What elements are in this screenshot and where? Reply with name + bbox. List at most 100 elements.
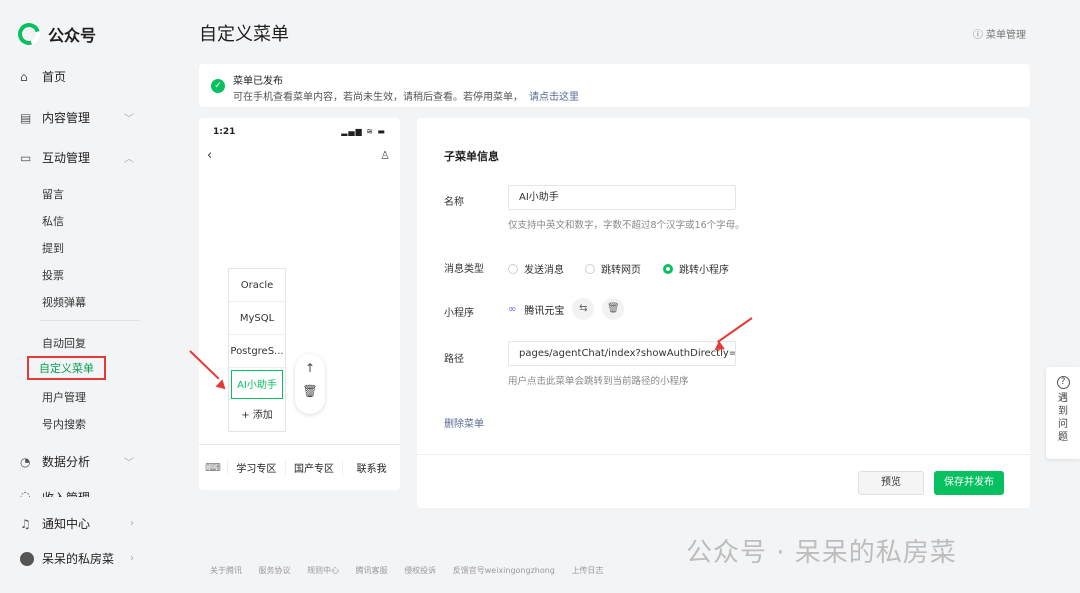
notice-text: 可在手机查看菜单内容，若尚未生效，请稍后查看。若停用菜单， (233, 92, 523, 103)
nav-interact[interactable]: ▭ 互动管理 ︿ (20, 149, 140, 166)
nav-home[interactable]: ⌂ 首页 (20, 68, 140, 85)
avatar (20, 551, 34, 566)
notice-link[interactable]: 请点击这里 (529, 92, 579, 103)
name-input[interactable]: AI小助手 (508, 185, 736, 210)
nav-account[interactable]: 呆呆的私房菜 › (20, 550, 140, 567)
home-icon: ⌂ (20, 69, 28, 84)
footer-link[interactable]: 反馈官号weixingongzhong (453, 566, 555, 575)
help-link[interactable]: ⓘ 菜单管理 (973, 26, 1026, 41)
notice-body: 可在手机查看菜单内容，若尚未生效，请稍后查看。若停用菜单， 请点击这里 (233, 88, 579, 103)
nav-notify[interactable]: ♫ 通知中心 › (20, 515, 140, 532)
chat-icon: ▭ (20, 150, 32, 165)
panel-footer: 预览 保存并发布 (417, 454, 1030, 508)
menu-tab[interactable]: 国产专区 (284, 460, 343, 475)
nav-data[interactable]: ◔ 数据分析 ﹀ (20, 453, 140, 470)
delete-menu-link[interactable]: 删除菜单 (444, 415, 484, 430)
path-input[interactable]: pages/agentChat/index?showAuthDirectly=1… (508, 341, 736, 366)
nav-income[interactable]: ◌ 收入管理 (20, 489, 140, 497)
nav-label: 收入管理 (42, 489, 90, 497)
sub-votes[interactable]: 投票 (42, 267, 64, 283)
menu-tab[interactable]: 学习专区 (227, 460, 285, 475)
watermark: 公众号 · 呆呆的私房菜 (686, 538, 957, 568)
sub-mentions[interactable]: 提到 (42, 240, 64, 256)
footer-link[interactable]: 上传日志 (571, 566, 603, 575)
chevron-down-icon: ﹀ (124, 114, 134, 125)
sub-comments[interactable]: 留言 (42, 186, 64, 202)
sub-search[interactable]: 号内搜索 (42, 416, 86, 432)
float-char: 遇 (1058, 393, 1068, 404)
user-icon: ♙ (380, 149, 390, 162)
question-icon: ? (1056, 376, 1070, 389)
sub-messages[interactable]: 私信 (42, 213, 64, 229)
type-label: 消息类型 (444, 264, 484, 275)
keyboard-icon[interactable]: ⌨ (199, 461, 227, 474)
chevron-right-icon: › (130, 553, 134, 564)
publish-button[interactable]: 保存并发布 (934, 471, 1004, 495)
nav-content[interactable]: ▤ 内容管理 ﹀ (20, 109, 140, 126)
trash-icon[interactable]: 🗑 (602, 298, 625, 320)
radio-label: 跳转小程序 (679, 265, 729, 276)
back-icon: ‹ (207, 148, 213, 163)
status-icons: ▂▄▆ ≋ ▬ (341, 127, 386, 136)
footer-link[interactable]: 关于腾讯 (210, 566, 242, 575)
miniprogram-row: ∞ 腾讯元宝 ⇆ 🗑 (508, 298, 625, 320)
radio-miniprogram[interactable]: 跳转小程序 (663, 261, 729, 276)
move-up-icon[interactable]: ↑ (295, 361, 325, 375)
phone-preview: 1:21 ▂▄▆ ≋ ▬ ‹ ♙ Oracle MySQL PostgreS..… (199, 118, 400, 490)
float-char: 到 (1058, 406, 1068, 417)
submenu-panel: 子菜单信息 名称 AI小助手 仅支持中英文和数字，字数不超过8个汉字或16个字母… (417, 118, 1030, 508)
path-hint: 用户点击此菜单会跳转到当前路径的小程序 (508, 376, 689, 387)
submenu-item[interactable]: MySQL (229, 302, 285, 335)
radio-send-message[interactable]: 发送消息 (508, 261, 564, 276)
reorder-controls: ↑ 🗑 (295, 354, 325, 414)
chart-icon: ◔ (20, 454, 31, 469)
submenu-item-selected[interactable]: AI小助手 (231, 370, 283, 399)
chevron-up-icon: ︿ (124, 154, 134, 165)
radio-label: 发送消息 (524, 265, 564, 276)
sub-auto-reply[interactable]: 自动回复 (42, 335, 86, 351)
float-char: 题 (1058, 432, 1068, 443)
submenu-item[interactable]: PostgreS... (229, 335, 285, 368)
nav-label: 呆呆的私房菜 (42, 552, 115, 566)
name-hint: 仅支持中英文和数字，字数不超过8个汉字或16个字母。 (508, 220, 745, 231)
logo-icon (13, 18, 45, 50)
help-label: 菜单管理 (986, 30, 1026, 41)
chevron-right-icon: › (130, 518, 134, 529)
submenu-item[interactable]: Oracle (229, 269, 285, 302)
sidebar: 公众号 ⌂ 首页 ▤ 内容管理 ﹀ ▭ 互动管理 ︿ 留言 私信 提到 投票 视频弹幕 自… (0, 0, 160, 593)
chevron-down-icon: ﹀ (124, 458, 134, 469)
document-icon: ▤ (20, 110, 32, 125)
logo[interactable]: 公众号 (13, 18, 97, 50)
footer-link[interactable]: 侵权投诉 (404, 566, 436, 575)
add-submenu-button[interactable]: + 添加 (229, 401, 285, 431)
divider (40, 320, 140, 321)
radio-circle (508, 263, 518, 274)
link-icon: ∞ (508, 303, 517, 315)
help-float-button[interactable]: ? 遇 到 问 题 (1046, 367, 1080, 459)
sub-custom-menu[interactable]: 自定义菜单 (27, 356, 106, 380)
logo-text: 公众号 (48, 26, 97, 45)
menu-tab[interactable]: 联系我 (342, 460, 400, 475)
radio-webpage[interactable]: 跳转网页 (585, 261, 641, 276)
footer-link[interactable]: 腾讯客服 (356, 566, 388, 575)
page-title: 自定义菜单 (199, 24, 289, 45)
panel-title: 子菜单信息 (444, 150, 499, 163)
trash-icon[interactable]: 🗑 (295, 384, 325, 398)
radio-circle-checked (663, 263, 673, 274)
mp-label: 小程序 (444, 308, 474, 319)
sub-danmaku[interactable]: 视频弹幕 (42, 294, 86, 310)
submenu-list: Oracle MySQL PostgreS... AI小助手 + 添加 (228, 268, 286, 432)
radio-label: 跳转网页 (601, 265, 641, 276)
radio-circle (585, 263, 595, 274)
swap-icon[interactable]: ⇆ (572, 298, 595, 320)
sub-users[interactable]: 用户管理 (42, 389, 86, 405)
mp-name: 腾讯元宝 (524, 305, 565, 317)
phone-menu-bar: ⌨ 学习专区 国产专区 联系我 (199, 444, 400, 490)
preview-button[interactable]: 预览 (858, 471, 924, 495)
nav-label: 内容管理 (42, 111, 91, 125)
publish-notice: ✓ 菜单已发布 可在手机查看菜单内容，若尚未生效，请稍后查看。若停用菜单， 请点击… (199, 64, 1030, 107)
footer-link[interactable]: 服务协议 (259, 566, 291, 575)
nav-label: 首页 (42, 70, 67, 84)
footer-link[interactable]: 规则中心 (307, 566, 339, 575)
nav-label: 通知中心 (42, 517, 91, 531)
